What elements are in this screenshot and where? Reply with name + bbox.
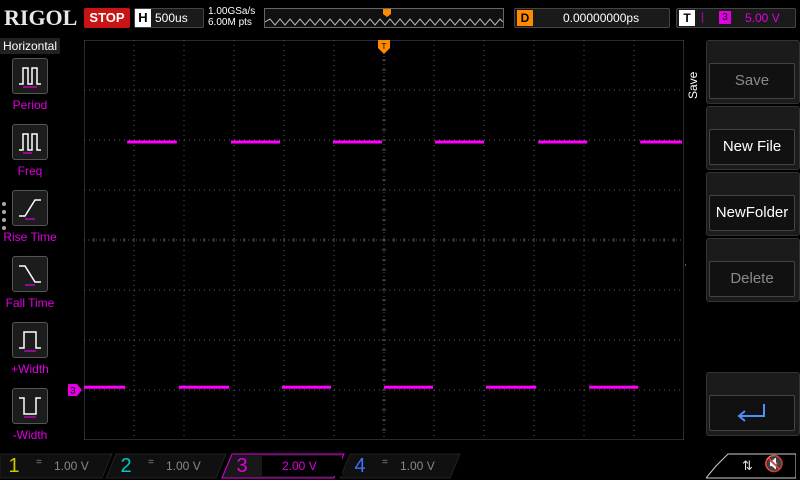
measure-category-title: Horizontal bbox=[0, 38, 60, 54]
measure-item-fall-time[interactable]: Fall Time bbox=[0, 254, 60, 316]
run-stop-status[interactable]: STOP bbox=[84, 8, 130, 28]
timebase-value: 500us bbox=[155, 11, 188, 25]
trace-high-segment bbox=[640, 140, 682, 144]
trigger-position-icon bbox=[383, 9, 391, 17]
top-status-bar: RIGOL STOP H 500us 1.00GSa/s 6.00M pts D… bbox=[0, 0, 800, 36]
delay-letter: D bbox=[517, 10, 533, 26]
svg-text:3: 3 bbox=[70, 386, 75, 396]
enter-button[interactable] bbox=[706, 372, 800, 436]
positive-width-icon bbox=[12, 322, 48, 358]
frequency-icon bbox=[12, 124, 48, 160]
channel-2-tab[interactable]: 2 = 1.00 V bbox=[116, 454, 224, 478]
timebase-letter: H bbox=[135, 9, 151, 27]
trace-high-segment bbox=[435, 140, 484, 144]
save-button[interactable]: Save bbox=[706, 40, 800, 104]
measure-item-rise-time[interactable]: Rise Time bbox=[0, 188, 60, 250]
brand-logo: RIGOL bbox=[4, 5, 78, 30]
fall-time-icon bbox=[12, 256, 48, 292]
channel-status-bar: 1 = 1.00 V 2 = 1.00 V 3 = 2.00 V 4 = 1.0… bbox=[0, 452, 800, 480]
new-file-button[interactable]: New File bbox=[706, 106, 800, 170]
trace-low-segment bbox=[384, 385, 433, 389]
sample-rate: 1.00GSa/s bbox=[208, 6, 256, 17]
memory-position-bar[interactable] bbox=[264, 8, 504, 28]
trace-high-segment bbox=[538, 140, 588, 144]
delete-button[interactable]: Delete bbox=[706, 238, 800, 302]
trace-low-segment bbox=[589, 385, 639, 389]
rising-edge-icon: ⦚ bbox=[701, 10, 704, 26]
usb-icon: ⇅ bbox=[742, 458, 753, 473]
channel-3-ground-marker[interactable]: 3 bbox=[68, 384, 82, 396]
trigger-source: 3 bbox=[719, 11, 731, 24]
trigger-level: 5.00 V bbox=[745, 11, 780, 25]
measure-item-positive-width[interactable]: +Width bbox=[0, 320, 60, 382]
trigger-display[interactable]: T ⦚ 3 5.00 V bbox=[676, 8, 796, 28]
trace-low-segment bbox=[486, 385, 537, 389]
svg-text:T: T bbox=[382, 42, 387, 51]
negative-width-icon bbox=[12, 388, 48, 424]
delay-display[interactable]: D 0.00000000ps bbox=[514, 8, 670, 28]
speaker-muted-icon[interactable]: 🔇 bbox=[764, 454, 784, 474]
measure-panel: Horizontal Period Freq Rise Time Fall Ti… bbox=[0, 38, 60, 450]
trace-low-segment bbox=[178, 385, 229, 389]
trace-low-segment bbox=[84, 385, 126, 389]
enter-return-icon bbox=[737, 404, 765, 422]
waveform-display[interactable]: T bbox=[84, 40, 684, 440]
trigger-letter: T bbox=[679, 10, 695, 26]
save-softkey-panel: Save Save New File NewFolder Delete bbox=[686, 40, 800, 440]
waveform-overview bbox=[265, 18, 503, 26]
period-icon bbox=[12, 58, 48, 94]
trace-high-segment bbox=[127, 140, 177, 144]
measure-item-negative-width[interactable]: -Width bbox=[0, 386, 60, 448]
channel-1-tab[interactable]: 1 = 1.00 V bbox=[4, 454, 112, 478]
trace-high-segment bbox=[231, 140, 280, 144]
rise-time-icon bbox=[12, 190, 48, 226]
measure-item-period[interactable]: Period bbox=[0, 56, 60, 118]
channel-4-tab[interactable]: 4 = 1.00 V bbox=[350, 454, 458, 478]
acquisition-info: 1.00GSa/s 6.00M pts bbox=[208, 6, 255, 28]
new-folder-button[interactable]: NewFolder bbox=[706, 172, 800, 236]
measure-item-freq[interactable]: Freq bbox=[0, 122, 60, 184]
trace-high-segment bbox=[333, 140, 382, 144]
timebase-display[interactable]: H 500us bbox=[134, 8, 204, 28]
trace-low-segment bbox=[282, 385, 331, 389]
channel-3-tab[interactable]: 3 = 2.00 V bbox=[232, 454, 342, 478]
delay-value: 0.00000000ps bbox=[563, 11, 640, 25]
softkey-menu-title: Save bbox=[686, 71, 700, 99]
memory-depth: 6.00M pts bbox=[208, 17, 252, 28]
